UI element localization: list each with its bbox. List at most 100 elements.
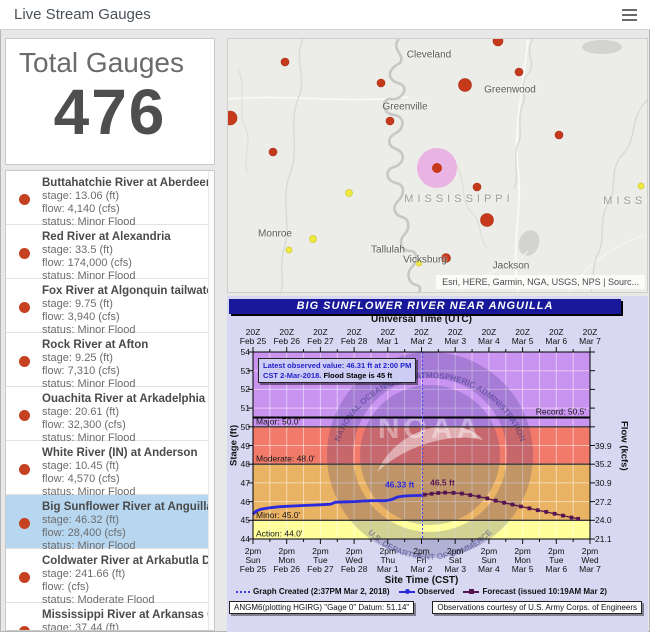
list-item-gauge[interactable]: Fox River at Algonquin tailwaterstage: 9… <box>6 279 214 333</box>
map-river <box>590 99 648 293</box>
forecast-marker <box>494 499 498 503</box>
gauge-stage: stage: 241.66 (ft) <box>42 568 200 581</box>
stage-tick-label: 51 <box>229 403 250 413</box>
gauge-marker-red[interactable] <box>386 117 394 125</box>
menu-icon[interactable] <box>622 9 637 21</box>
forecast-marker <box>430 492 434 496</box>
list-scrollbar[interactable] <box>208 171 214 630</box>
gauge-marker-yellow[interactable] <box>286 247 292 253</box>
gauge-marker-red[interactable] <box>459 79 472 92</box>
gauge-stage: stage: 9.25 (ft) <box>42 352 200 365</box>
forecast-marker <box>502 501 506 505</box>
map-attribution: Esri, HERE, Garmin, NGA, USGS, NPS | Sou… <box>436 275 645 289</box>
list-item-gauge[interactable]: White River (IN) at Andersonstage: 10.45… <box>6 441 214 495</box>
gauge-list[interactable]: Buttahatchie River at Aberdeenstage: 13.… <box>5 170 215 631</box>
hydrograph-panel: BIG SUNFLOWER RIVER NEAR ANGUILLA Univer… <box>227 296 648 632</box>
gauge-flow: flow: 28,400 (cfs) <box>42 527 200 540</box>
page-title: Live Stream Gauges <box>14 6 151 23</box>
stage-tick-label: 46 <box>229 497 250 507</box>
gauge-marker-yellow[interactable] <box>310 236 317 243</box>
gauge-status-dot-icon <box>19 518 30 529</box>
gauge-marker-red[interactable] <box>269 148 277 156</box>
gauge-name: Fox River at Algonquin tailwater <box>42 285 200 298</box>
list-item-gauge[interactable]: Buttahatchie River at Aberdeenstage: 13.… <box>6 171 214 225</box>
total-gauges-card: Total Gauges 476 <box>5 38 215 165</box>
gauge-flow: flow: 32,300 (cfs) <box>42 419 200 432</box>
gauge-marker-red[interactable] <box>442 254 451 263</box>
legend-graph-created: Graph Created (2:37PM Mar 2, 2018) <box>236 587 390 596</box>
stage-tick-label: 50 <box>229 422 250 432</box>
gauge-name: Big Sunflower River at Anguilla <box>42 501 200 514</box>
total-gauges-value: 476 <box>6 75 214 149</box>
map-water-body <box>582 40 622 54</box>
stage-tick-label: 54 <box>229 347 250 357</box>
gage-datum-note: ANGM6(plotting HGIRG) "Gage 0" Datum: 51… <box>229 601 414 614</box>
observed-line-icon <box>399 588 415 596</box>
map-panel[interactable]: ClevelandGreenwoodGreenvilleMonroeTallul… <box>227 38 648 293</box>
gauge-stage: stage: 9.75 (ft) <box>42 298 200 311</box>
gauge-marker-red[interactable] <box>377 79 385 87</box>
gauge-name: White River (IN) at Anderson <box>42 447 200 460</box>
gauge-status-dot-icon <box>19 248 30 259</box>
list-item-gauge[interactable]: Coldwater River at Arkabutla Damstage: 2… <box>6 549 214 603</box>
gauge-marker-yellow[interactable] <box>638 183 644 189</box>
forecast-marker <box>536 508 540 512</box>
forecast-peak-label: 46.5 ft <box>430 478 455 488</box>
stage-tick-label: 49 <box>229 441 250 451</box>
list-item-gauge[interactable]: Mississippi River at Arkansas Citystage:… <box>6 603 214 631</box>
list-item-gauge[interactable]: Big Sunflower River at Anguillastage: 46… <box>6 495 214 549</box>
zone-label-minor: Minor: 45.0' <box>256 510 301 520</box>
stage-tick-label: 53 <box>229 366 250 376</box>
map-river <box>453 159 488 249</box>
flow-tick-label: 30.9 <box>595 478 621 488</box>
forecast-marker <box>544 510 548 514</box>
gauge-marker-red[interactable] <box>228 111 237 125</box>
forecast-marker <box>477 495 481 499</box>
forecast-marker <box>576 517 580 521</box>
observed-value-label: 46.33 ft <box>385 480 414 490</box>
gauge-status-dot-icon <box>19 194 30 205</box>
forecast-marker <box>511 503 515 507</box>
gauge-status-dot-icon <box>19 356 30 367</box>
forecast-marker <box>561 514 565 518</box>
gauge-status-dot-icon <box>19 626 30 631</box>
gauge-name: Ouachita River at Arkadelphia <box>42 393 200 406</box>
top-tick-date: Mar 7 <box>570 336 610 346</box>
gauge-marker-red[interactable] <box>555 131 563 139</box>
list-item-gauge[interactable]: Red River at Alexandriastage: 33.5 (ft)f… <box>6 225 214 279</box>
gauge-name: Coldwater River at Arkabutla Dam <box>42 555 200 568</box>
gauge-marker-red[interactable] <box>493 39 503 46</box>
map-river <box>238 69 248 174</box>
legend-observed: Observed <box>399 587 455 596</box>
latest-observed-annotation: Latest observed value: 46.31 ft at 2:00 … <box>258 358 416 383</box>
gauge-flow: flow: 4,570 (cfs) <box>42 473 200 486</box>
forecast-marker <box>570 516 574 520</box>
stage-tick-label: 44 <box>229 534 250 544</box>
gauge-marker-yellow[interactable] <box>346 190 353 197</box>
observations-credit-note: Observations courtesy of U.S. Army Corps… <box>432 601 642 614</box>
gauge-marker-red[interactable] <box>515 68 523 76</box>
forecast-marker <box>553 512 557 516</box>
list-item-gauge[interactable]: Rock River at Aftonstage: 9.25 (ft)flow:… <box>6 333 214 387</box>
flow-tick-label: 39.9 <box>595 441 621 451</box>
map-road <box>228 97 408 100</box>
forecast-marker <box>423 493 427 497</box>
gauge-marker-selected[interactable] <box>432 163 442 173</box>
gauge-stage: stage: 46.32 (ft) <box>42 514 200 527</box>
annotation-line2-floodstage: Flood Stage is 45 ft <box>323 371 392 380</box>
stage-tick-label: 45 <box>229 515 250 525</box>
gauge-name: Rock River at Afton <box>42 339 200 352</box>
gauge-marker-red[interactable] <box>473 183 481 191</box>
gauge-status-dot-icon <box>19 410 30 421</box>
gauge-marker-red[interactable] <box>481 214 494 227</box>
gauge-marker-red[interactable] <box>281 58 289 66</box>
forecast-marker <box>436 491 440 495</box>
forecast-marker <box>443 491 447 495</box>
chart-legend: Graph Created (2:37PM Mar 2, 2018) Obser… <box>253 587 590 596</box>
gauge-flow: flow: 7,310 (cfs) <box>42 365 200 378</box>
gauge-stage: stage: 10.45 (ft) <box>42 460 200 473</box>
list-item-gauge[interactable]: Ouachita River at Arkadelphiastage: 20.6… <box>6 387 214 441</box>
gauge-flow: flow: 3,940 (cfs) <box>42 311 200 324</box>
gauge-marker-yellow[interactable] <box>416 260 422 266</box>
map-water-body <box>515 228 542 259</box>
